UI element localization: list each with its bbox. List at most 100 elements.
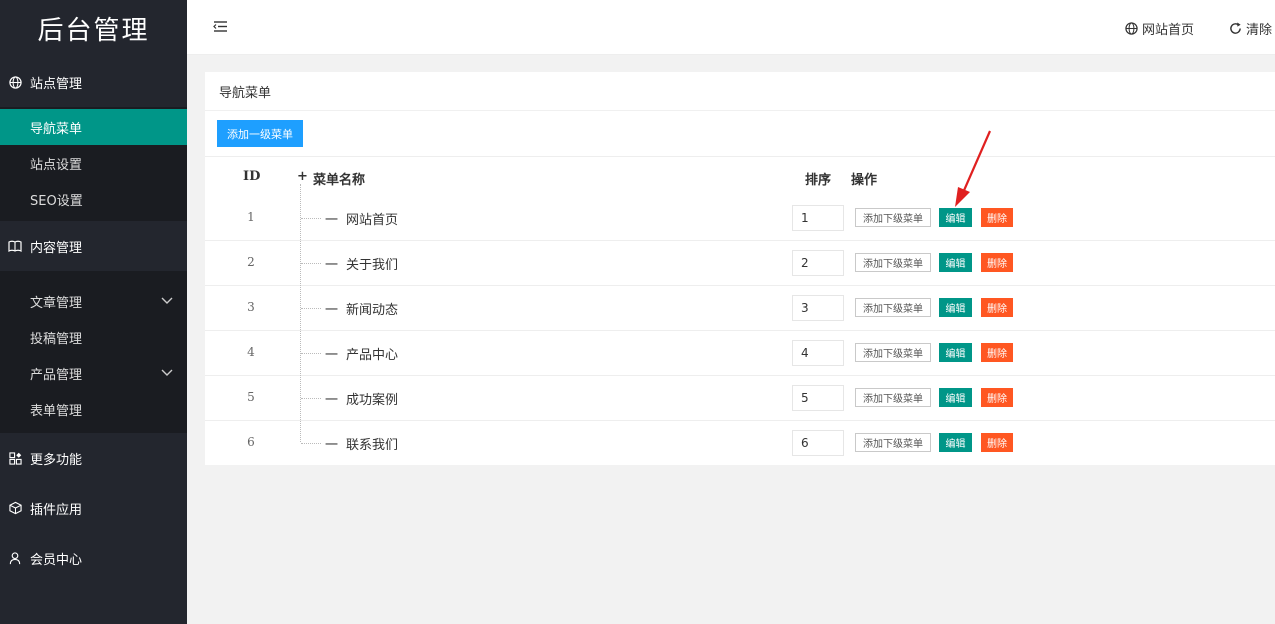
tree-connector bbox=[301, 308, 321, 309]
globe-icon bbox=[1125, 22, 1138, 35]
add-submenu-button[interactable]: 添加下级菜单 bbox=[855, 388, 931, 407]
apps-icon bbox=[8, 451, 22, 465]
top-header: 网站首页 清除 bbox=[187, 0, 1275, 55]
table-row: 1 一网站首页 添加下级菜单 编辑 删除 bbox=[205, 196, 1275, 241]
site-home-label: 网站首页 bbox=[1142, 23, 1195, 38]
sort-input[interactable] bbox=[792, 430, 844, 456]
sidebar-item-label: 产品管理 bbox=[30, 367, 83, 383]
sidebar-item-articles[interactable]: 文章管理 bbox=[0, 283, 187, 319]
edit-button[interactable]: 编辑 bbox=[939, 433, 972, 452]
tree-dash: 一 bbox=[325, 258, 339, 273]
row-name-text: 关于我们 bbox=[346, 258, 399, 273]
sidebar-item-label: 导航菜单 bbox=[30, 121, 83, 137]
sidebar-group-label: 插件应用 bbox=[30, 502, 83, 518]
delete-button[interactable]: 删除 bbox=[981, 298, 1013, 317]
table-row: 3 一新闻动态 添加下级菜单 编辑 删除 bbox=[205, 286, 1275, 331]
sidebar-item-label: 站点设置 bbox=[30, 157, 83, 173]
delete-button[interactable]: 删除 bbox=[981, 388, 1013, 407]
globe-icon bbox=[8, 75, 22, 89]
tree-dash: 一 bbox=[325, 438, 339, 453]
refresh-icon bbox=[1230, 22, 1241, 34]
sidebar-item-seo-settings[interactable]: SEO设置 bbox=[0, 181, 187, 217]
add-submenu-button[interactable]: 添加下级菜单 bbox=[855, 253, 931, 272]
chevron-down-icon bbox=[161, 294, 173, 309]
sidebar-group-more[interactable]: 更多功能 bbox=[0, 433, 187, 483]
tree-dash: 一 bbox=[325, 348, 339, 363]
sort-input[interactable] bbox=[792, 340, 844, 366]
row-name: 一关于我们 bbox=[325, 254, 398, 273]
row-name-text: 新闻动态 bbox=[346, 303, 399, 318]
col-ops: 操作 bbox=[851, 173, 878, 188]
row-name-text: 成功案例 bbox=[346, 393, 399, 408]
tree-connector bbox=[301, 263, 321, 264]
chevron-down-icon bbox=[161, 366, 173, 381]
sort-input[interactable] bbox=[792, 295, 844, 321]
sidebar-group-plugins[interactable]: 插件应用 bbox=[0, 483, 187, 533]
add-submenu-button[interactable]: 添加下级菜单 bbox=[855, 298, 931, 317]
delete-button[interactable]: 删除 bbox=[981, 343, 1013, 362]
row-id: 6 bbox=[247, 435, 255, 449]
table-row: 6 一联系我们 添加下级菜单 编辑 删除 bbox=[205, 421, 1275, 466]
delete-button[interactable]: 删除 bbox=[981, 208, 1013, 227]
tree-vertical-line bbox=[300, 184, 301, 442]
sidebar-item-forms[interactable]: 表单管理 bbox=[0, 391, 187, 427]
sidebar-item-submissions[interactable]: 投稿管理 bbox=[0, 319, 187, 355]
site-home-link[interactable]: 网站首页 bbox=[1125, 19, 1194, 38]
sort-input[interactable] bbox=[792, 385, 844, 411]
sidebar-group-label: 会员中心 bbox=[30, 552, 83, 568]
table-header: ID + 菜单名称 排序 操作 bbox=[205, 156, 1275, 196]
edit-button[interactable]: 编辑 bbox=[939, 388, 972, 407]
delete-button[interactable]: 删除 bbox=[981, 253, 1013, 272]
sidebar-item-products[interactable]: 产品管理 bbox=[0, 355, 187, 391]
user-icon bbox=[8, 551, 22, 565]
row-name: 一联系我们 bbox=[325, 434, 398, 453]
sidebar-group-label: 更多功能 bbox=[30, 452, 83, 468]
content-submenu: 文章管理 投稿管理 产品管理 表单管理 bbox=[0, 271, 187, 433]
row-name-text: 网站首页 bbox=[346, 213, 399, 228]
row-name: 一产品中心 bbox=[325, 344, 398, 363]
col-name: 菜单名称 bbox=[313, 173, 366, 188]
sidebar-item-label: 文章管理 bbox=[30, 295, 83, 311]
table-row: 2 一关于我们 添加下级菜单 编辑 删除 bbox=[205, 241, 1275, 286]
sidebar-item-label: SEO设置 bbox=[30, 193, 83, 209]
tree-dash: 一 bbox=[325, 393, 339, 408]
row-name: 一新闻动态 bbox=[325, 299, 398, 318]
edit-button[interactable]: 编辑 bbox=[939, 343, 972, 362]
sidebar-item-label: 表单管理 bbox=[30, 403, 83, 419]
row-name: 一成功案例 bbox=[325, 389, 398, 408]
row-name-text: 联系我们 bbox=[346, 438, 399, 453]
add-submenu-button[interactable]: 添加下级菜单 bbox=[855, 343, 931, 362]
edit-button[interactable]: 编辑 bbox=[939, 298, 972, 317]
sidebar-item-site-settings[interactable]: 站点设置 bbox=[0, 145, 187, 181]
tree-connector bbox=[301, 443, 321, 444]
col-id: ID bbox=[243, 169, 261, 184]
sidebar-item-nav-menu[interactable]: 导航菜单 bbox=[0, 109, 187, 145]
edit-button[interactable]: 编辑 bbox=[939, 253, 972, 272]
tree-connector bbox=[301, 218, 321, 219]
row-id: 5 bbox=[247, 390, 255, 404]
clear-cache-link[interactable]: 清除 bbox=[1229, 19, 1272, 38]
sort-input[interactable] bbox=[792, 250, 844, 276]
red-arrow-annotation bbox=[955, 130, 992, 207]
sidebar: 后台管理 站点管理 导航菜单 站点设置 SEO设置 内容管理 文章管理 投稿管理… bbox=[0, 0, 187, 624]
tree-connector bbox=[301, 398, 321, 399]
cube-icon bbox=[8, 501, 22, 515]
tree-connector bbox=[301, 353, 321, 354]
sidebar-item-label: 投稿管理 bbox=[30, 331, 83, 347]
card-title: 导航菜单 bbox=[205, 72, 1275, 111]
sidebar-group-site[interactable]: 站点管理 bbox=[0, 57, 187, 107]
sidebar-group-members[interactable]: 会员中心 bbox=[0, 533, 187, 583]
edit-button[interactable]: 编辑 bbox=[939, 208, 972, 227]
sidebar-group-label: 站点管理 bbox=[30, 76, 83, 92]
add-submenu-button[interactable]: 添加下级菜单 bbox=[855, 208, 931, 227]
sidebar-group-content[interactable]: 内容管理 bbox=[0, 221, 187, 271]
col-sort: 排序 bbox=[805, 173, 832, 188]
add-submenu-button[interactable]: 添加下级菜单 bbox=[855, 433, 931, 452]
add-top-menu-button[interactable]: 添加一级菜单 bbox=[217, 120, 303, 147]
expand-all-icon[interactable]: + bbox=[297, 169, 308, 184]
sort-input[interactable] bbox=[792, 205, 844, 231]
delete-button[interactable]: 删除 bbox=[981, 433, 1013, 452]
book-icon bbox=[8, 239, 22, 253]
menu-collapse-icon[interactable] bbox=[213, 20, 228, 37]
site-submenu: 导航菜单 站点设置 SEO设置 bbox=[0, 107, 187, 221]
